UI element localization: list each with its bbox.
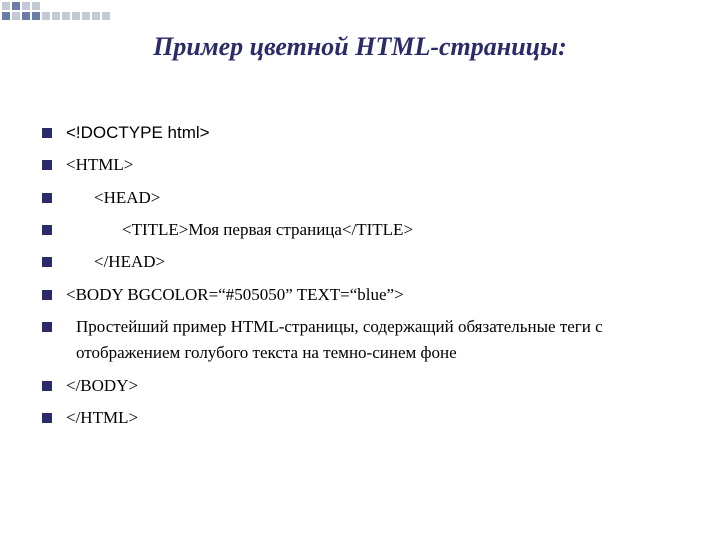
- code-text: <!DOCTYPE html>: [66, 120, 682, 146]
- code-line: </BODY>: [42, 373, 682, 399]
- code-line: </HEAD>: [42, 249, 682, 275]
- bullet-icon: [42, 322, 52, 332]
- code-line: </HTML>: [42, 405, 682, 431]
- code-text: <HEAD>: [66, 185, 682, 211]
- slide-title: Пример цветной HTML-страницы:: [0, 32, 720, 62]
- bullet-icon: [42, 257, 52, 267]
- slide: Пример цветной HTML-страницы: <!DOCTYPE …: [0, 0, 720, 540]
- decor-squares: [0, 0, 200, 28]
- bullet-icon: [42, 160, 52, 170]
- bullet-icon: [42, 225, 52, 235]
- code-line: <BODY BGCOLOR=“#505050” TEXT=“blue”>: [42, 282, 682, 308]
- code-text: <TITLE>Моя первая страница</TITLE>: [66, 217, 682, 243]
- bullet-icon: [42, 413, 52, 423]
- bullet-icon: [42, 193, 52, 203]
- code-line: <HTML>: [42, 152, 682, 178]
- bullet-icon: [42, 128, 52, 138]
- code-text: </HEAD>: [66, 249, 682, 275]
- code-line: <TITLE>Моя первая страница</TITLE>: [42, 217, 682, 243]
- code-line: <!DOCTYPE html>: [42, 120, 682, 146]
- code-line: Простейший пример HTML-страницы, содержа…: [42, 314, 682, 367]
- bullet-icon: [42, 381, 52, 391]
- paragraph-text: Простейший пример HTML-страницы, содержа…: [66, 314, 682, 367]
- code-line: <HEAD>: [42, 185, 682, 211]
- code-text: <BODY BGCOLOR=“#505050” TEXT=“blue”>: [66, 282, 682, 308]
- bullet-icon: [42, 290, 52, 300]
- code-text: <HTML>: [66, 152, 682, 178]
- code-text: </BODY>: [66, 373, 682, 399]
- code-body: <!DOCTYPE html> <HTML> <HEAD> <TITLE>Моя…: [42, 120, 682, 437]
- code-text: </HTML>: [66, 405, 682, 431]
